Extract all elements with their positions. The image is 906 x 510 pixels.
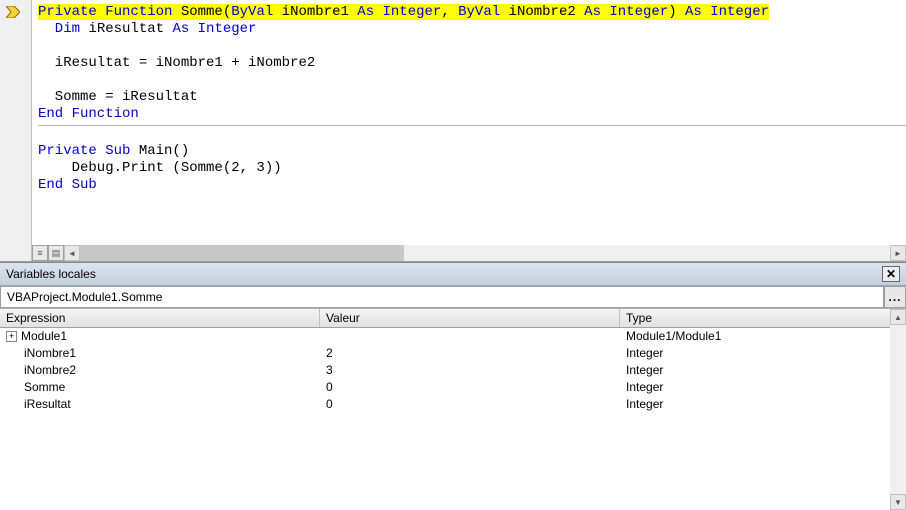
locals-titlebar: Variables locales ✕ (0, 263, 906, 286)
cell-expression: Somme (0, 379, 320, 396)
expression-name: Module1 (21, 328, 67, 345)
scroll-left-button[interactable]: ◄ (64, 245, 80, 261)
cell-expression: iResultat (0, 396, 320, 413)
table-row[interactable]: iResultat 0Integer (0, 396, 906, 413)
cell-expression: iNombre2 (0, 362, 320, 379)
breakpoint-arrow-icon[interactable] (6, 6, 20, 21)
cell-type: Integer (620, 345, 906, 362)
scroll-thumb[interactable] (80, 245, 404, 261)
expression-name: Somme (24, 379, 65, 396)
scroll-up-button[interactable]: ▲ (890, 309, 906, 325)
cell-expression: + Module1 (0, 328, 320, 345)
cell-value: 0 (320, 379, 620, 396)
procedure-separator (38, 125, 906, 126)
scroll-track[interactable] (80, 245, 890, 261)
code-line-1: Private Function Somme(ByVal iNombre1 As… (38, 4, 769, 20)
view-full-module-button[interactable]: ≡ (32, 245, 48, 261)
table-row[interactable]: iNombre2 3Integer (0, 362, 906, 379)
scroll-right-button[interactable]: ► (890, 245, 906, 261)
scroll-down-button[interactable]: ▼ (890, 494, 906, 510)
code-line-9: Private Sub Main() (38, 143, 189, 159)
close-icon: ✕ (886, 267, 896, 281)
code-line-6: Somme = iResultat (38, 89, 198, 105)
cell-expression: iNombre1 (0, 345, 320, 362)
code-editor-pane: Private Function Somme(ByVal iNombre1 As… (0, 0, 906, 262)
code-line-11: End Sub (38, 177, 97, 193)
cell-value: 0 (320, 396, 620, 413)
table-row[interactable]: + Module1 Module1/Module1 (0, 328, 906, 345)
code-body[interactable]: Private Function Somme(ByVal iNombre1 As… (32, 0, 906, 261)
close-button[interactable]: ✕ (882, 266, 900, 282)
expression-name: iResultat (24, 396, 71, 413)
code-line-4: iResultat = iNombre1 + iNombre2 (38, 55, 315, 71)
code-gutter (0, 0, 32, 261)
code-line-10: Debug.Print (Somme(2, 3)) (38, 160, 282, 176)
cell-type: Module1/Module1 (620, 328, 906, 345)
locals-grid-header: Expression Valeur Type (0, 309, 906, 328)
locals-window: Variables locales ✕ VBAProject.Module1.S… (0, 262, 906, 510)
vertical-scrollbar[interactable]: ▲ ▼ (890, 309, 906, 510)
header-type[interactable]: Type (620, 309, 906, 327)
code-line-2: Dim iResultat As Integer (38, 21, 256, 37)
cell-type: Integer (620, 379, 906, 396)
horizontal-scrollbar[interactable]: ◄ ► (64, 245, 906, 261)
locals-context-browse-button[interactable]: ... (884, 286, 906, 308)
table-row[interactable]: Somme 0Integer (0, 379, 906, 396)
cell-type: Integer (620, 362, 906, 379)
header-value[interactable]: Valeur (320, 309, 620, 327)
table-row[interactable]: iNombre1 2Integer (0, 345, 906, 362)
cell-value (320, 328, 620, 345)
code-text[interactable]: Private Function Somme(ByVal iNombre1 As… (32, 0, 906, 194)
expression-name: iNombre1 (24, 345, 76, 362)
code-line-7: End Function (38, 106, 139, 122)
expression-name: iNombre2 (24, 362, 76, 379)
locals-grid: Expression Valeur Type + Module1 Module1/M… (0, 309, 906, 510)
cell-value: 2 (320, 345, 620, 362)
locals-context-row: VBAProject.Module1.Somme ... (0, 286, 906, 309)
locals-context-field[interactable]: VBAProject.Module1.Somme (0, 286, 884, 308)
locals-title-label: Variables locales (6, 267, 96, 281)
cell-type: Integer (620, 396, 906, 413)
vscroll-track[interactable] (890, 325, 906, 494)
expander-icon[interactable]: + (6, 331, 17, 342)
locals-grid-body[interactable]: +Module1Module1/Module1iNombre12Integeri… (0, 328, 906, 510)
view-procedure-button[interactable]: ▤ (48, 245, 64, 261)
header-expression[interactable]: Expression (0, 309, 320, 327)
cell-value: 3 (320, 362, 620, 379)
code-footer: ≡ ▤ ◄ ► (32, 245, 906, 261)
